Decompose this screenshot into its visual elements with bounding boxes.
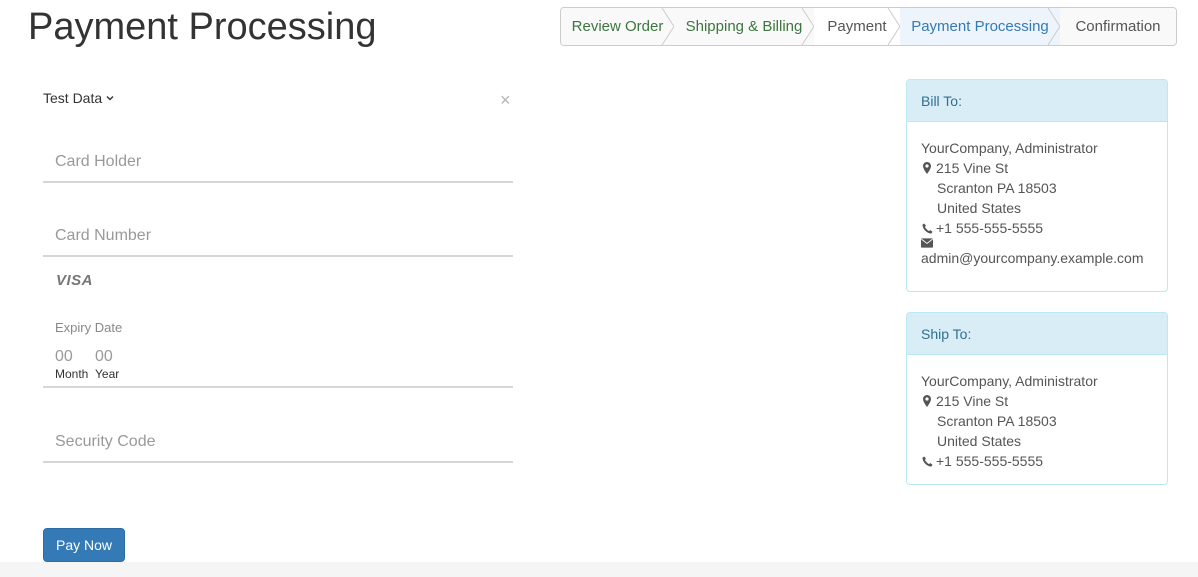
step-payment-processing-label: Payment Processing [911, 18, 1049, 35]
bill-to-heading: Bill To: [907, 80, 1167, 122]
footer-band [0, 562, 1198, 577]
bill-to-street: 215 Vine St [936, 160, 1009, 176]
step-separator-icon [1047, 8, 1061, 45]
ship-to-heading: Ship To: [907, 313, 1167, 355]
expiry-month-input[interactable] [55, 346, 91, 368]
step-payment-processing: Payment Processing [900, 8, 1061, 45]
close-icon[interactable]: × [500, 90, 511, 110]
step-separator-icon [887, 8, 901, 45]
step-confirmation-label: Confirmation [1075, 18, 1161, 35]
expiry-date-label: Expiry Date [55, 320, 123, 335]
bill-to-email: admin@yourcompany.example.com [921, 250, 1144, 266]
ship-to-street: 215 Vine St [936, 393, 1009, 409]
ship-to-country: United States [937, 433, 1022, 449]
step-confirmation: Confirmation [1060, 8, 1176, 45]
ship-to-panel: Ship To: YourCompany, Administrator 215 … [906, 312, 1168, 485]
phone-icon [921, 456, 933, 467]
bill-to-phone: +1 555-555-5555 [936, 220, 1044, 236]
security-code-input[interactable] [43, 423, 513, 463]
bill-to-city: Scranton PA 18503 [937, 180, 1057, 196]
step-shipping-billing[interactable]: Shipping & Billing [674, 8, 815, 45]
test-data-label: Test Data [43, 90, 103, 106]
bill-to-address: YourCompany, Administrator 215 Vine St S… [907, 122, 1167, 268]
bill-to-country: United States [937, 200, 1022, 216]
step-review-order[interactable]: Review Order [561, 8, 675, 45]
ship-to-name: YourCompany, Administrator [921, 373, 1098, 389]
page-title: Payment Processing [28, 6, 377, 48]
card-number-input[interactable] [43, 217, 513, 257]
step-separator-icon [661, 8, 675, 45]
envelope-icon [921, 238, 933, 248]
bill-to-name: YourCompany, Administrator [921, 140, 1098, 156]
card-holder-input[interactable] [43, 143, 513, 183]
ship-to-address: YourCompany, Administrator 215 Vine St S… [907, 355, 1167, 471]
bill-to-panel: Bill To: YourCompany, Administrator 215 … [906, 79, 1168, 292]
step-shipping-billing-label: Shipping & Billing [685, 18, 803, 35]
step-payment-label: Payment [827, 18, 887, 35]
step-review-order-label: Review Order [571, 18, 664, 35]
ship-to-city: Scranton PA 18503 [937, 413, 1057, 429]
expiry-year-input[interactable] [95, 346, 131, 368]
expiry-month-label: Month [55, 367, 89, 381]
pay-now-button[interactable]: Pay Now [43, 528, 125, 562]
map-marker-icon [921, 395, 933, 407]
step-payment[interactable]: Payment [814, 8, 901, 45]
chevron-down-icon [106, 96, 114, 101]
expiry-underline [43, 386, 513, 388]
expiry-year-label: Year [95, 367, 120, 381]
phone-icon [921, 223, 933, 234]
ship-to-phone: +1 555-555-5555 [936, 453, 1044, 469]
visa-card-brand-icon: VISA [56, 272, 94, 289]
step-separator-icon [801, 8, 815, 45]
checkout-progress-steps: Review Order Shipping & Billing Payment … [560, 7, 1177, 46]
map-marker-icon [921, 162, 933, 174]
test-data-toggle[interactable]: Test Data [43, 90, 115, 106]
